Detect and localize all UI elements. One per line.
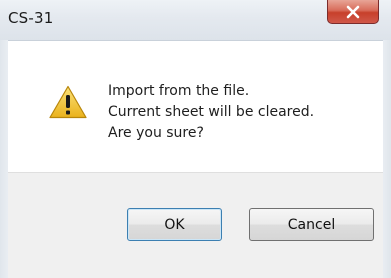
message-dialog: CS-31 Import from the file. Current shee… bbox=[0, 0, 391, 278]
button-bar: OK Cancel bbox=[8, 172, 383, 278]
window-frame-right bbox=[383, 40, 391, 278]
message-line: Import from the file. bbox=[108, 83, 250, 99]
cancel-button[interactable]: Cancel bbox=[249, 208, 374, 241]
dialog-message: Import from the file. Current sheet will… bbox=[108, 81, 314, 144]
message-line: Current sheet will be cleared. bbox=[108, 104, 315, 120]
warning-icon bbox=[49, 85, 87, 119]
window-title: CS-31 bbox=[8, 9, 54, 27]
window-frame-left bbox=[0, 40, 8, 278]
title-bar[interactable]: CS-31 bbox=[0, 0, 391, 40]
close-button[interactable] bbox=[327, 0, 379, 24]
dialog-content: Import from the file. Current sheet will… bbox=[8, 40, 383, 172]
close-icon bbox=[345, 5, 361, 19]
message-line: Are you sure? bbox=[108, 125, 204, 141]
ok-button[interactable]: OK bbox=[127, 208, 222, 241]
